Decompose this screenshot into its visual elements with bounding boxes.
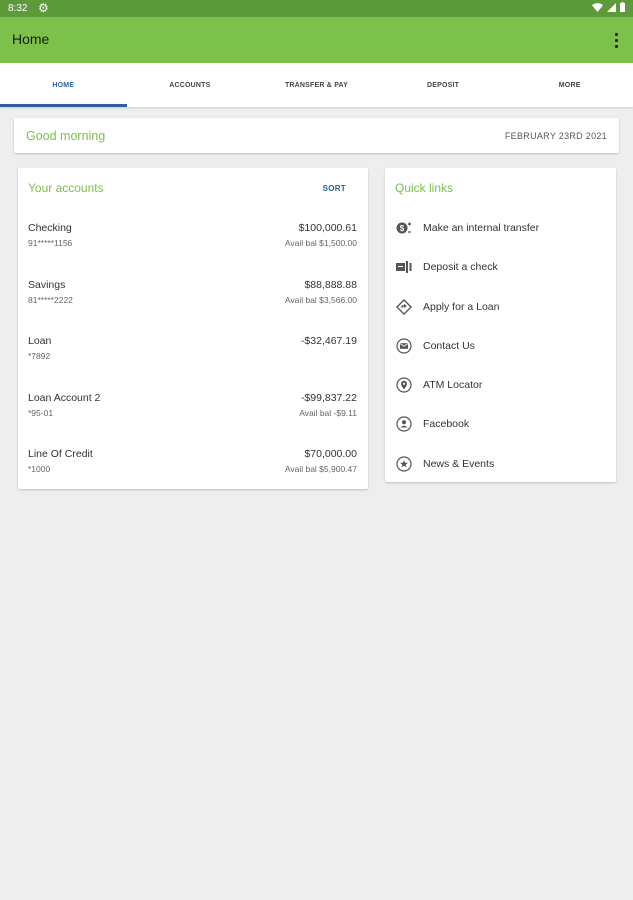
quick-links-card: Quick links $ Make an internal transfer … (385, 168, 616, 482)
directions-icon (396, 298, 412, 315)
svg-text:$: $ (400, 224, 405, 233)
sort-button[interactable]: SORT (323, 184, 346, 193)
quick-links-title: Quick links (395, 181, 454, 195)
person-icon (396, 416, 412, 433)
account-available: Avail bal $3,566.00 (284, 294, 357, 305)
battery-icon (620, 2, 625, 12)
tab-home[interactable]: HOME (0, 63, 127, 107)
quick-link-label: Apply for a Loan (423, 300, 500, 313)
account-balance: $70,000.00 (304, 448, 357, 461)
greeting-date: FEBRUARY 23RD 2021 (504, 131, 607, 141)
accounts-title: Your accounts (28, 181, 104, 195)
account-name: Checking (28, 222, 72, 234)
quick-link-atm-locator[interactable]: ATM Locator (385, 373, 616, 412)
accounts-list: Checking 91*****1156 $100,000.61 Avail b… (18, 222, 368, 505)
account-name: Line Of Credit (28, 448, 93, 461)
quick-link-deposit-check[interactable]: Deposit a check (385, 255, 616, 294)
tab-accounts[interactable]: ACCOUNTS (127, 63, 254, 107)
quick-link-facebook[interactable]: Facebook (385, 412, 616, 451)
mail-icon (396, 338, 412, 354)
status-icons (592, 2, 625, 12)
quick-link-label: ATM Locator (423, 379, 483, 392)
quick-link-label: Facebook (423, 418, 470, 431)
quick-link-news-events[interactable]: News & Events (385, 452, 616, 491)
quick-link-apply-loan[interactable]: Apply for a Loan (385, 295, 616, 334)
star-icon (396, 456, 412, 472)
account-balance: $88,888.88 (304, 278, 357, 291)
check-deposit-icon (396, 259, 412, 275)
account-number: *7892 (28, 351, 51, 362)
account-row-loan-account-2[interactable]: Loan Account 2 *95-01 -$99,837.22 Avail … (18, 392, 368, 449)
signal-icon (607, 2, 616, 12)
app-bar: Home (0, 17, 633, 63)
account-name: Loan (28, 335, 52, 348)
quick-links-list: $ Make an internal transfer Deposit a ch… (385, 216, 616, 491)
status-time: 8:32 (8, 3, 28, 14)
greeting-text: Good morning (26, 129, 106, 143)
account-name: Loan Account 2 (28, 391, 101, 404)
account-balance: -$99,837.22 (300, 391, 357, 404)
quick-link-label: Deposit a check (423, 261, 498, 274)
account-balance: $100,000.61 (298, 222, 357, 234)
quick-link-label: Make an internal transfer (423, 222, 540, 234)
tab-transfer-pay[interactable]: TRANSFER & PAY (253, 63, 380, 107)
account-available: Avail bal -$9.11 (299, 407, 357, 418)
account-balance: -$32,467.19 (300, 335, 357, 348)
quick-link-label: News & Events (423, 457, 495, 470)
account-number: *1000 (28, 464, 51, 475)
page-title: Home (12, 31, 50, 47)
accounts-card: Your accounts SORT Checking 91*****1156 … (18, 168, 368, 489)
account-row-loan[interactable]: Loan *7892 -$32,467.19 (18, 335, 368, 392)
quick-link-internal-transfer[interactable]: $ Make an internal transfer (385, 216, 616, 255)
status-bar: 8:32 ⚙ (0, 0, 633, 17)
wifi-icon (592, 2, 603, 12)
account-number: 81*****2222 (28, 294, 73, 305)
account-row-checking[interactable]: Checking 91*****1156 $100,000.61 Avail b… (18, 222, 368, 279)
quick-link-label: Contact Us (423, 339, 475, 352)
greeting-card: Good morning FEBRUARY 23RD 2021 (14, 118, 619, 153)
account-available: Avail bal $1,500.00 (284, 238, 357, 248)
gear-icon: ⚙ (38, 1, 49, 15)
account-number: *95-01 (28, 407, 54, 418)
account-row-savings[interactable]: Savings 81*****2222 $88,888.88 Avail bal… (18, 279, 368, 336)
account-name: Savings (28, 278, 66, 291)
tab-more[interactable]: MORE (506, 63, 633, 107)
account-available: Avail bal $5,900.47 (284, 464, 357, 475)
tab-bar: HOME ACCOUNTS TRANSFER & PAY DEPOSIT MOR… (0, 63, 633, 107)
account-row-line-of-credit[interactable]: Line Of Credit *1000 $70,000.00 Avail ba… (18, 448, 368, 505)
location-pin-icon (396, 377, 412, 393)
tab-deposit[interactable]: DEPOSIT (380, 63, 507, 107)
overflow-menu-icon[interactable] (613, 30, 619, 50)
account-number: 91*****1156 (28, 238, 73, 248)
quick-link-contact-us[interactable]: Contact Us (385, 334, 616, 373)
transfer-icon: $ (396, 220, 412, 236)
